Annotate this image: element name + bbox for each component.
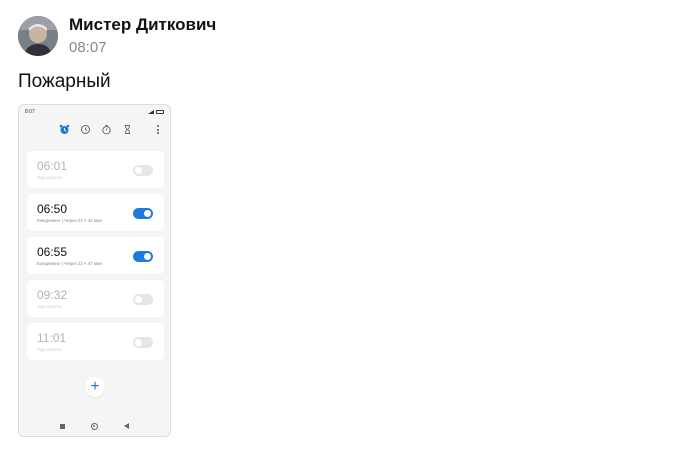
alarm-toggle	[133, 251, 153, 262]
battery-icon	[156, 110, 164, 114]
clock-app-toolbar	[19, 119, 170, 139]
alarm-time: 09:32	[37, 288, 68, 302]
status-bar: 8:07	[19, 105, 170, 119]
alarm-item: 06:01 Однократно	[27, 151, 164, 188]
stopwatch-icon	[101, 124, 112, 135]
alarm-toggle	[133, 208, 153, 219]
more-icon	[156, 125, 159, 134]
alarm-subtitle: Однократно	[37, 347, 62, 352]
alarm-toggle	[133, 165, 153, 176]
alarm-subtitle: Однократно	[37, 304, 62, 309]
alarm-subtitle: Ежедневно | Через 22 ч 42 мин	[37, 218, 102, 223]
alarm-item: 11:01 Однократно	[27, 323, 164, 360]
post-header: Мистер Диткович 08:07	[18, 14, 216, 58]
recents-icon	[60, 423, 65, 429]
alarm-item: 06:50 Ежедневно | Через 22 ч 42 мин	[27, 194, 164, 231]
alarm-toggle	[133, 294, 153, 305]
alarm-icon	[59, 124, 70, 135]
signal-icon	[148, 110, 154, 114]
back-icon	[124, 423, 129, 429]
alarm-time: 06:55	[37, 245, 68, 259]
clock-icon	[80, 124, 91, 135]
post-text: Пожарный	[18, 71, 111, 92]
alarm-item: 09:32 Однократно	[27, 280, 164, 317]
avatar[interactable]	[18, 16, 58, 56]
android-nav-bar	[19, 420, 170, 432]
post-time[interactable]: 08:07	[69, 38, 216, 58]
add-icon: +	[90, 378, 100, 395]
alarm-list: 06:01 Однократно 06:50 Ежедневно | Через…	[27, 151, 164, 366]
alarm-time: 11:01	[37, 331, 67, 345]
alarm-time: 06:01	[37, 159, 68, 173]
status-time: 8:07	[25, 109, 35, 115]
home-icon	[91, 422, 98, 430]
attached-screenshot[interactable]: 8:07 06:01 Однократно 06:50 Ежедневно | …	[18, 104, 171, 437]
alarm-subtitle: Однократно	[37, 175, 62, 180]
timer-icon	[122, 124, 133, 135]
add-alarm-button: +	[85, 377, 105, 397]
alarm-subtitle: Ежедневно | Через 22 ч 47 мин	[37, 261, 102, 266]
alarm-toggle	[133, 337, 153, 348]
alarm-time: 06:50	[37, 202, 68, 216]
alarm-item: 06:55 Ежедневно | Через 22 ч 47 мин	[27, 237, 164, 274]
author-name[interactable]: Мистер Диткович	[69, 15, 216, 35]
